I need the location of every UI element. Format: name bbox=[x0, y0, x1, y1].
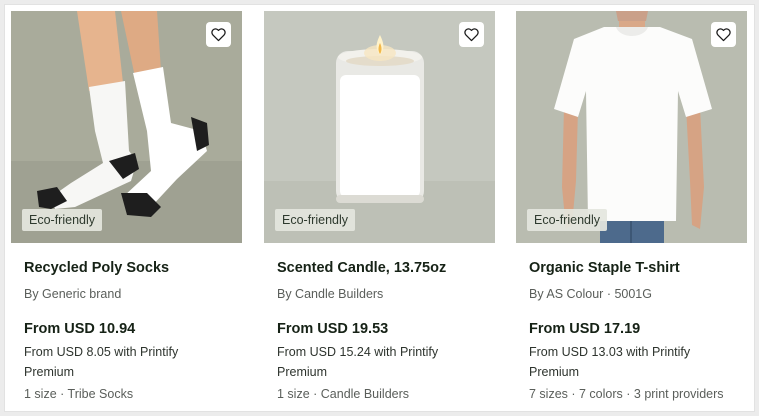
product-brand: By Generic brand bbox=[24, 287, 122, 301]
heart-outline-icon bbox=[211, 28, 226, 42]
product-card-socks[interactable]: Eco-friendly Recycled Poly Socks By Gene… bbox=[11, 11, 242, 404]
product-meta: 1 size · Candle Builders bbox=[277, 387, 410, 401]
product-grid: Eco-friendly Recycled Poly Socks By Gene… bbox=[4, 4, 755, 412]
product-image[interactable]: Eco-friendly bbox=[11, 11, 242, 243]
favorite-button[interactable] bbox=[711, 22, 736, 47]
heart-outline-icon bbox=[716, 28, 731, 42]
heart-outline-icon bbox=[464, 28, 479, 42]
product-price: From USD 17.19 bbox=[529, 321, 641, 337]
product-brand: By Candle Builders bbox=[277, 287, 384, 301]
product-price: From USD 10.94 bbox=[24, 321, 136, 337]
product-title[interactable]: Recycled Poly Socks bbox=[24, 259, 229, 277]
eco-friendly-badge: Eco-friendly bbox=[275, 209, 355, 231]
eco-friendly-badge: Eco-friendly bbox=[22, 209, 102, 231]
premium-price: From USD 8.05 with Printify Premium bbox=[24, 345, 179, 379]
product-title[interactable]: Organic Staple T-shirt bbox=[529, 259, 734, 277]
eco-friendly-badge: Eco-friendly bbox=[527, 209, 607, 231]
favorite-button[interactable] bbox=[459, 22, 484, 47]
product-price: From USD 19.53 bbox=[277, 321, 389, 337]
product-image[interactable]: Eco-friendly bbox=[516, 11, 747, 243]
product-meta: 7 sizes · 7 colors · 3 print providers bbox=[529, 387, 724, 401]
product-title[interactable]: Scented Candle, 13.75oz bbox=[277, 259, 482, 277]
favorite-button[interactable] bbox=[206, 22, 231, 47]
product-image[interactable]: Eco-friendly bbox=[264, 11, 495, 243]
product-card-candle[interactable]: Eco-friendly Scented Candle, 13.75oz By … bbox=[264, 11, 495, 404]
product-card-tshirt[interactable]: Eco-friendly Organic Staple T-shirt By A… bbox=[516, 11, 747, 404]
premium-price: From USD 13.03 with Printify Premium bbox=[529, 345, 691, 379]
premium-price: From USD 15.24 with Printify Premium bbox=[277, 345, 439, 379]
product-brand: By AS Colour · 5001G bbox=[529, 287, 652, 301]
product-meta: 1 size · Tribe Socks bbox=[24, 387, 134, 401]
